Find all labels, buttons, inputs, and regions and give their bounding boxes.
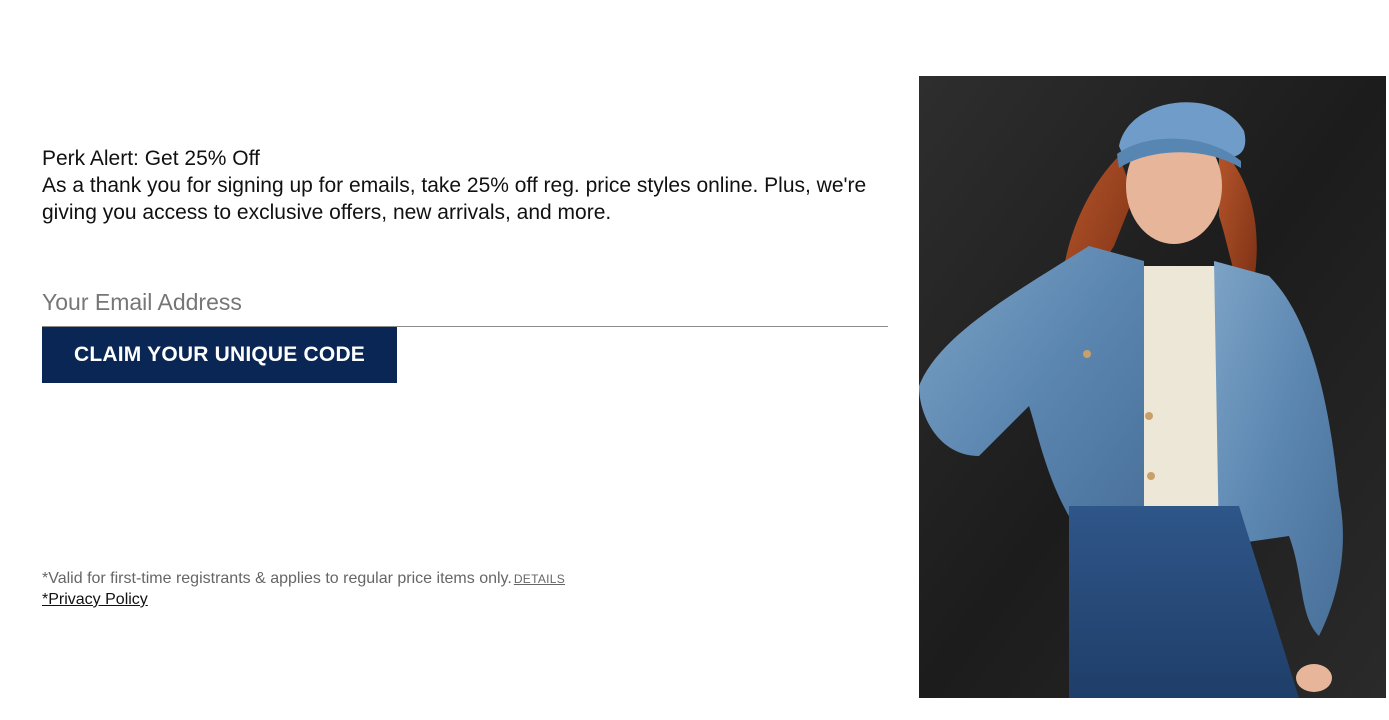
claim-code-button[interactable]: CLAIM YOUR UNIQUE CODE: [42, 327, 397, 383]
offer-headline: Perk Alert: Get 25% Off: [42, 147, 260, 170]
offer-description: As a thank you for signing up for emails…: [42, 174, 867, 224]
hero-model-image: [919, 76, 1386, 698]
model-photo-illustration: [919, 76, 1386, 698]
privacy-policy-link[interactable]: *Privacy Policy: [42, 589, 148, 610]
email-field[interactable]: [42, 278, 888, 327]
details-link[interactable]: DETAILS: [514, 572, 565, 586]
legal-disclaimer: *Valid for first-time registrants & appl…: [42, 568, 565, 590]
disclaimer-text: *Valid for first-time registrants & appl…: [42, 570, 512, 587]
email-signup-modal: Perk Alert: Get 25% Off As a thank you f…: [0, 0, 1389, 720]
signup-panel: Perk Alert: Get 25% Off As a thank you f…: [42, 0, 892, 720]
